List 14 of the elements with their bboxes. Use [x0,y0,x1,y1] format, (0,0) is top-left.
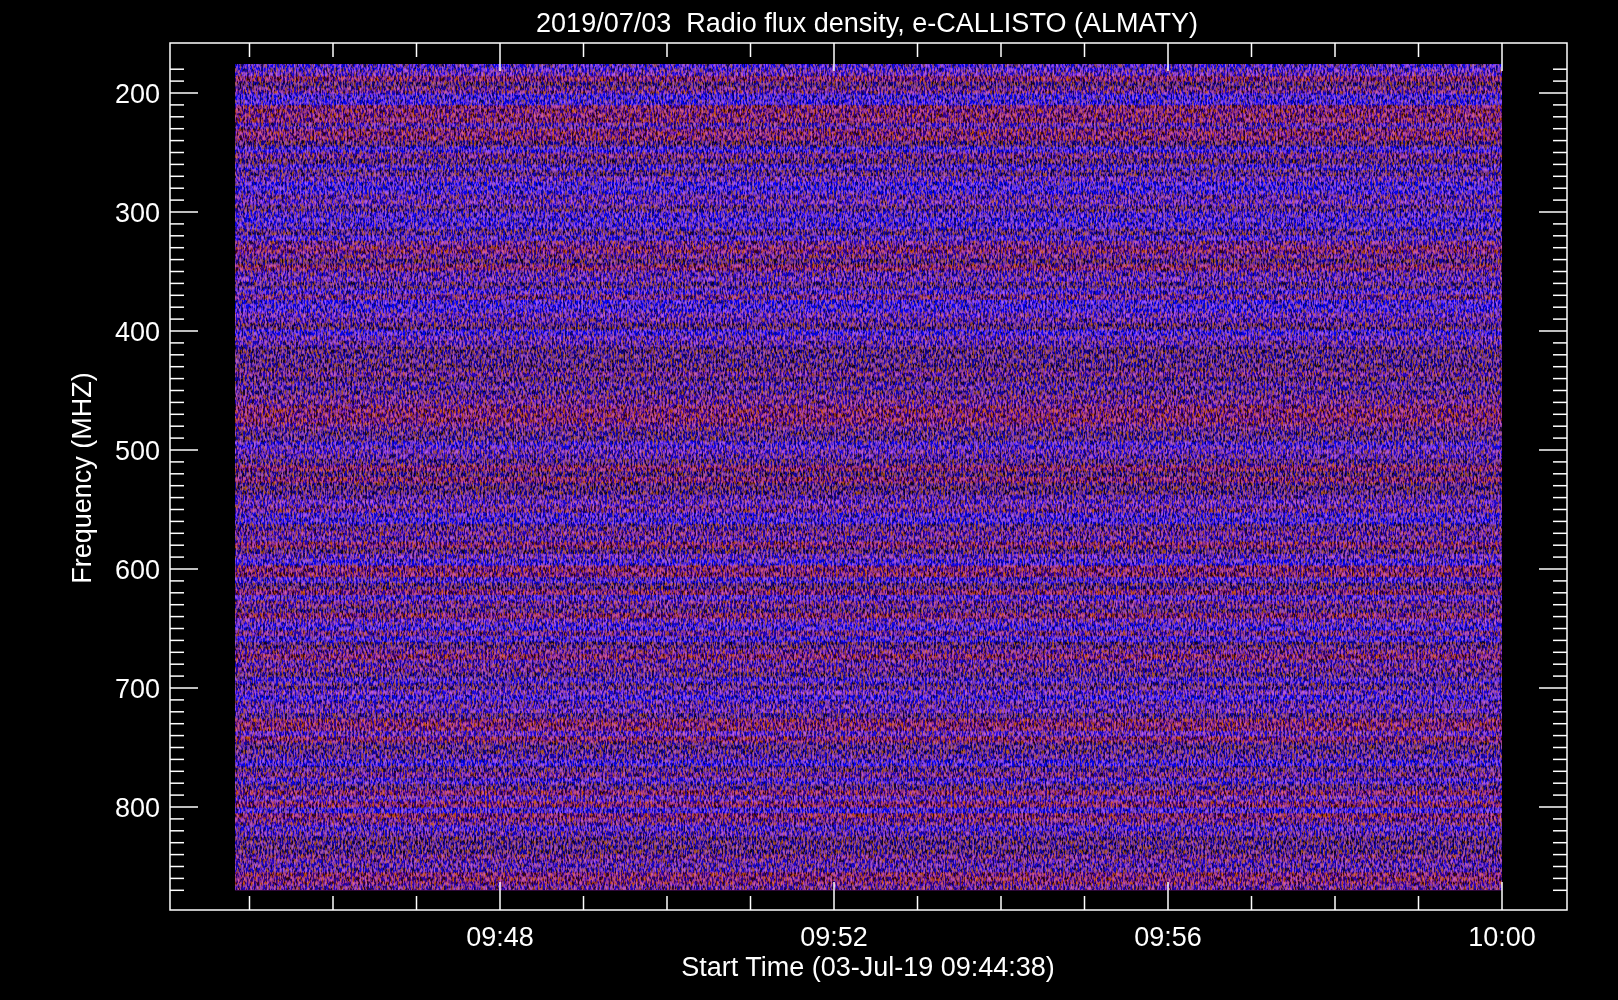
tick-label: 400 [114,317,160,347]
tick-label: 09:52 [800,922,868,952]
tick-label: 300 [114,198,160,228]
tick-label: 09:56 [1134,922,1202,952]
axis-label: Start Time (03-Jul-19 09:44:38) [681,952,1055,982]
tick-label: 09:48 [466,922,534,952]
tick-label: 10:00 [1468,922,1536,952]
tick-label: 600 [114,555,160,585]
tick-label: 800 [114,793,160,823]
tick-label: 700 [114,674,160,704]
axis-label: Frequency (MHZ) [67,372,97,584]
chart-title: 2019/07/03 Radio flux density, e-CALLISTO (ALMATY) [536,8,1198,38]
tick-label: 200 [114,79,160,109]
tick-label: 500 [114,436,160,466]
